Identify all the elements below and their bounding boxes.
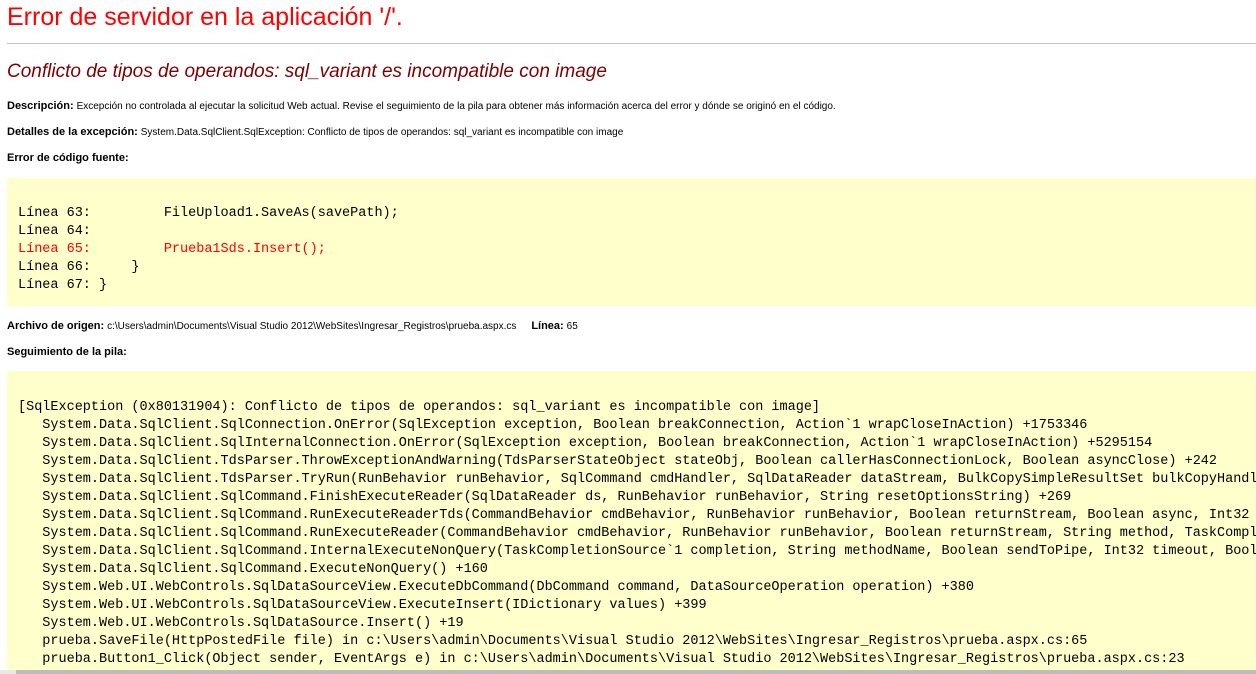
stack-line: System.Data.SqlClient.SqlCommand.RunExec… (18, 508, 1256, 523)
stack-line: System.Data.SqlClient.SqlCommand.RunExec… (18, 526, 1256, 541)
error-subtitle: Conflicto de tipos de operandos: sql_var… (7, 61, 607, 82)
error-page: Error de servidor en la aplicación '/'. … (0, 0, 1256, 674)
code-line: Línea 63: FileUpload1.SaveAs(savePath); (18, 206, 399, 221)
line-value: 65 (566, 321, 578, 332)
stack-line: System.Data.SqlClient.TdsParser.ThrowExc… (18, 454, 1217, 469)
exception-label: Detalles de la excepción: (7, 126, 138, 138)
stack-line: System.Web.UI.WebControls.SqlDataSourceV… (18, 598, 707, 613)
description-label: Descripción: (7, 100, 74, 112)
title-divider (7, 43, 1256, 44)
description-text: Excepción no controlada al ejecutar la s… (76, 101, 836, 112)
code-line: Línea 66: } (18, 260, 140, 275)
stack-line: [SqlException (0x80131904): Conflicto de… (18, 400, 821, 415)
stack-line: System.Web.UI.WebControls.SqlDataSource.… (18, 616, 464, 631)
source-file-label: Archivo de origen: (7, 320, 105, 332)
source-error-heading: Error de código fuente: (7, 152, 129, 164)
stack-line: System.Data.SqlClient.TdsParser.TryRun(R… (18, 472, 1256, 487)
source-error-label: Error de código fuente: (7, 152, 129, 164)
source-code[interactable]: Línea 63: FileUpload1.SaveAs(savePath); … (18, 205, 399, 295)
exception-row: Detalles de la excepción: System.Data.Sq… (7, 126, 623, 138)
stack-trace-box: [SqlException (0x80131904): Conflicto de… (7, 371, 1256, 674)
stack-line: System.Data.SqlClient.SqlInternalConnect… (18, 436, 1153, 451)
code-line: Línea 67: } (18, 278, 108, 293)
stack-trace[interactable]: [SqlException (0x80131904): Conflicto de… (18, 399, 1256, 669)
source-code-box: Línea 63: FileUpload1.SaveAs(savePath); … (7, 178, 1256, 306)
stack-trace-heading: Seguimiento de la pila: (7, 346, 127, 358)
description-row: Descripción: Excepción no controlada al … (7, 100, 836, 112)
stack-line: prueba.SaveFile(HttpPostedFile file) in … (18, 634, 1088, 649)
source-file-row: Archivo de origen: c:\Users\admin\Docume… (7, 320, 578, 332)
horizontal-scrollbar[interactable] (0, 670, 1256, 674)
stack-line: System.Data.SqlClient.SqlCommand.FinishE… (18, 490, 1072, 505)
stack-line: System.Data.SqlClient.SqlCommand.Interna… (18, 544, 1256, 559)
stack-line: System.Data.SqlClient.SqlCommand.Execute… (18, 562, 488, 577)
code-line: Línea 64: (18, 224, 91, 239)
line-label: Línea: (531, 320, 564, 332)
scrollbar-thumb[interactable] (16, 670, 1256, 674)
stack-line: prueba.Button1_Click(Object sender, Even… (18, 652, 1185, 667)
stack-trace-label: Seguimiento de la pila: (7, 346, 127, 358)
stack-line: System.Data.SqlClient.SqlConnection.OnEr… (18, 418, 1088, 433)
stack-line: System.Web.UI.WebControls.SqlDataSourceV… (18, 580, 974, 595)
code-line-error: Línea 65: Prueba1Sds.Insert(); (18, 242, 326, 257)
page-title: Error de servidor en la aplicación '/'. (7, 3, 403, 31)
exception-text: System.Data.SqlClient.SqlException: Conf… (140, 127, 624, 138)
source-file-path: c:\Users\admin\Documents\Visual Studio 2… (107, 321, 517, 332)
